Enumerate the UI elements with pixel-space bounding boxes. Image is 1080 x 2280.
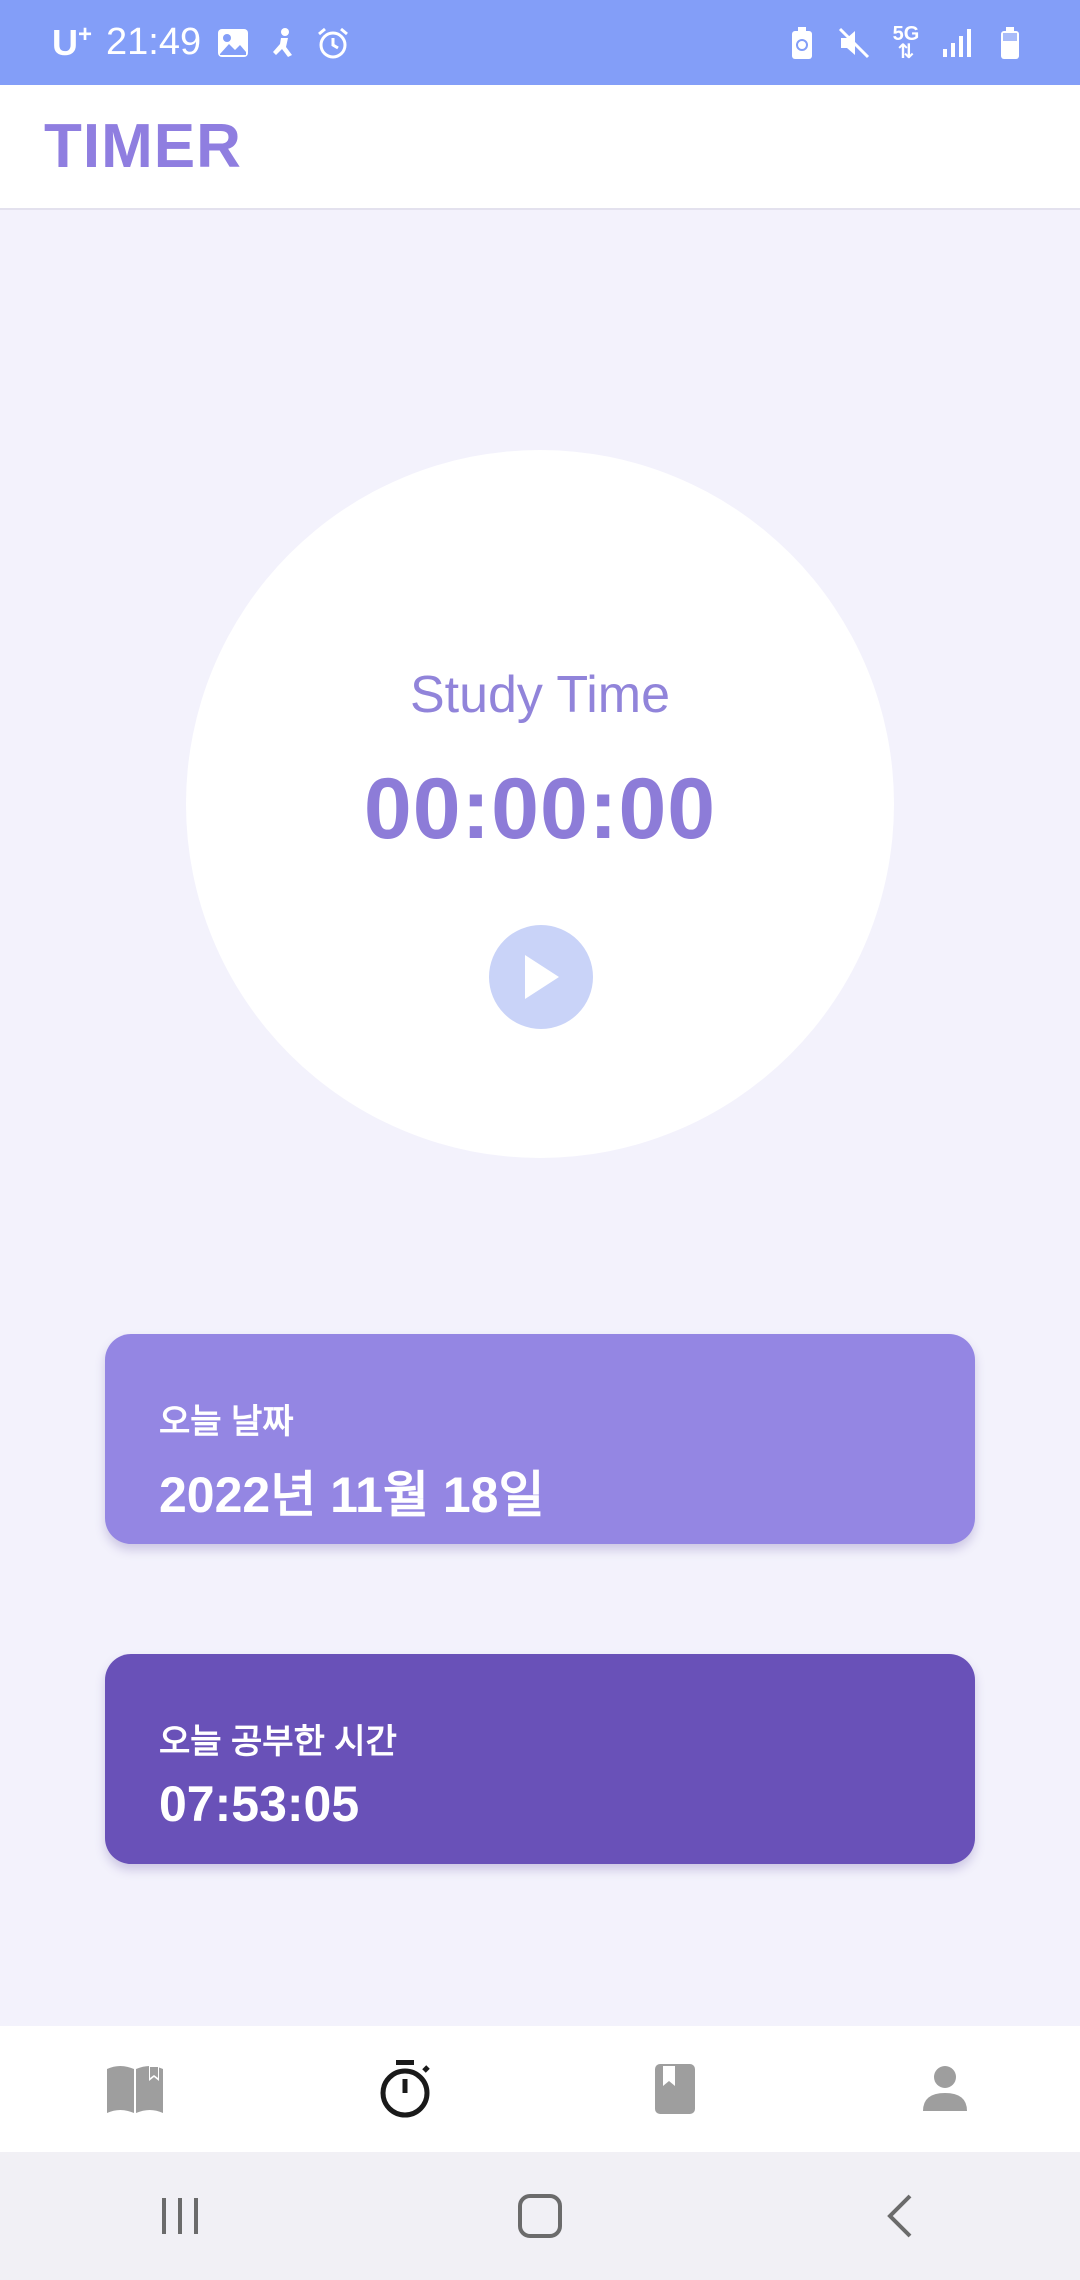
network-5g-icon: 5G ⇅ (892, 22, 920, 63)
app-bar: TIMER (0, 85, 1080, 210)
timer-label: Study Time (409, 666, 671, 724)
status-left: U+ 21:49 (52, 21, 351, 64)
today-date-card: 오늘 날짜 2022년 11월 18일 (105, 1334, 975, 1544)
status-right: 5G ⇅ (784, 22, 1028, 63)
nav-study-book[interactable] (65, 2039, 205, 2139)
alarm-icon (315, 25, 351, 61)
today-date-value: 2022년 11월 18일 (159, 1467, 545, 1523)
recent-apps-button[interactable] (120, 2166, 240, 2266)
battery-icon (992, 25, 1028, 61)
home-icon (518, 2194, 562, 2238)
nav-profile[interactable] (875, 2039, 1015, 2139)
back-icon (887, 2194, 912, 2238)
gallery-icon (215, 25, 251, 61)
bookmark-book-icon (655, 2064, 695, 2114)
recent-apps-icon (162, 2198, 198, 2234)
today-date-label: 오늘 날짜 (159, 1403, 294, 1441)
mute-icon (836, 25, 872, 61)
bottom-nav (0, 2026, 1080, 2152)
play-button[interactable] (489, 925, 593, 1029)
timer-circle: Study Time 00:00:00 (186, 450, 894, 1158)
status-time: 21:49 (106, 21, 202, 63)
network-label: 5G (892, 22, 920, 45)
today-study-time-label: 오늘 공부한 시간 (159, 1723, 397, 1761)
today-study-time-card: 오늘 공부한 시간 07:53:05 (105, 1654, 975, 1864)
home-button[interactable] (480, 2166, 600, 2266)
back-button[interactable] (840, 2166, 960, 2266)
nav-timer[interactable] (335, 2039, 475, 2139)
play-icon (525, 955, 559, 999)
stopwatch-icon (380, 2060, 430, 2118)
accessibility-icon (265, 25, 301, 61)
status-bar: U+ 21:49 5G ⇅ (0, 0, 1080, 85)
signal-icon (940, 25, 976, 61)
carrier-label: U+ (52, 21, 93, 63)
system-nav (0, 2152, 1080, 2280)
app-title: TIMER (44, 112, 242, 181)
book-open-icon (107, 2065, 163, 2113)
battery-saver-icon (784, 25, 820, 61)
today-study-time-value: 07:53:05 (159, 1776, 360, 1832)
nav-bookmark[interactable] (605, 2039, 745, 2139)
person-icon (923, 2066, 967, 2111)
timer-value: 00:00:00 (363, 761, 717, 857)
